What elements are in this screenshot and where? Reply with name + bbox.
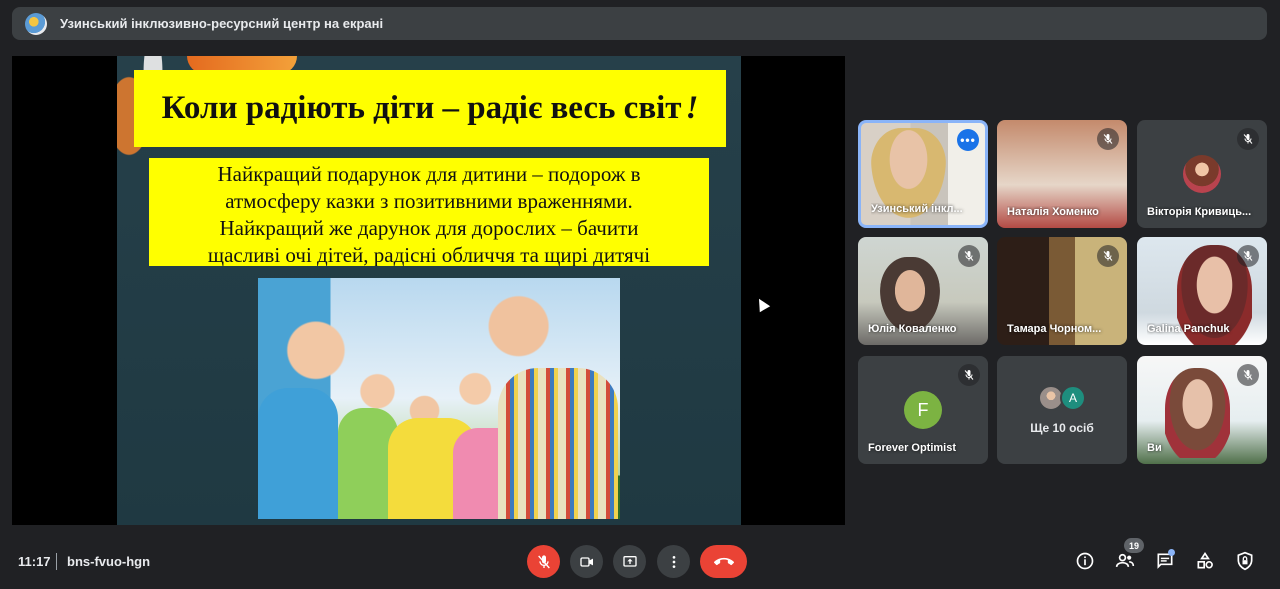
slide-photo-children [258,278,620,519]
mic-off-icon [537,554,550,568]
participant-initial-avatar: F [904,391,942,429]
mic-toggle-button[interactable] [527,545,560,578]
mic-off-icon [1097,128,1119,150]
self-tile[interactable]: Ви [1137,356,1267,464]
participant-name: Ви [1147,442,1162,454]
present-now-button[interactable] [613,545,646,578]
mic-off-icon [1237,128,1259,150]
participant-tile[interactable]: ••• Узинський інкл... [858,120,988,228]
participant-name: Наталія Хоменко [1007,206,1099,218]
activities-button[interactable] [1194,550,1216,572]
participant-tile[interactable]: Наталія Хоменко [997,120,1127,228]
mic-off-icon [1237,364,1259,386]
participant-tile[interactable]: Вікторія Кривиць... [1137,120,1267,228]
participant-tile[interactable]: Galina Panchuk [1137,237,1267,345]
slide-body: Найкращий подарунок для дитини – подорож… [149,158,709,266]
slide-body-line: атмосферу казки з позитивними враженнями… [225,189,633,213]
shield-icon [1237,551,1253,571]
leave-call-button[interactable] [700,545,747,578]
present-icon [622,555,637,567]
control-bar: 11:17 bns-fvuo-hgn 19 [0,535,1280,589]
photo-figure [258,388,338,519]
participant-name: Юлія Коваленко [868,323,957,335]
participant-tile[interactable]: Тамара Чорном... [997,237,1127,345]
more-vert-icon [672,555,675,568]
participant-name: Тамара Чорном... [1007,323,1102,335]
photo-figure [498,368,618,519]
mic-off-icon [1237,245,1259,267]
host-controls-button[interactable] [1234,550,1256,572]
participant-tile[interactable]: F Forever Optimist [858,356,988,464]
more-participants-avatars: A [1038,385,1086,411]
meeting-details-button[interactable] [1074,550,1096,572]
camera-toggle-button[interactable] [570,545,603,578]
more-participants-label: Ще 10 осіб [1030,421,1094,435]
chat-notification-dot [1168,549,1175,556]
participant-name: Galina Panchuk [1147,323,1230,335]
people-icon [1115,553,1135,567]
participant-initial-avatar: A [1060,385,1086,411]
mic-off-icon [958,245,980,267]
participant-name: Вікторія Кривиць... [1147,206,1252,218]
participant-avatar [1183,155,1221,193]
divider [56,553,57,570]
camera-icon [579,556,593,567]
meeting-code: bns-fvuo-hgn [67,554,151,569]
presenter-avatar [25,12,47,35]
people-button[interactable] [1114,550,1136,572]
presentation-title: Узинський інклюзивно-ресурсний центр на … [60,16,384,31]
slide-title: Коли радіють діти – радіє весь світ! [134,70,726,147]
participant-video [880,257,940,332]
info-icon [1076,552,1094,570]
more-participants-tile[interactable]: A Ще 10 осіб [997,356,1127,464]
slide-body-line: Найкращий подарунок для дитини – подорож… [217,162,641,186]
slide-title-text: Коли радіють діти – радіє весь світ [161,90,682,126]
more-options-icon[interactable]: ••• [957,129,979,151]
people-count-badge: 19 [1124,538,1144,553]
slide-body-line: щасливі очі дітей, радісні обличчя та щи… [207,243,651,266]
mic-off-icon [958,364,980,386]
participant-name: Forever Optimist [868,442,957,454]
current-time: 11:17 [18,554,51,569]
participant-tile[interactable]: Юлія Коваленко [858,237,988,345]
presentation-stage[interactable]: Коли радіють діти – радіє весь світ! Най… [12,56,845,525]
slide-title-mark: ! [685,90,699,126]
presented-slide: Коли радіють діти – радіє весь світ! Най… [117,56,741,525]
mic-off-icon [1097,245,1119,267]
participant-name: Узинський інкл... [871,203,963,215]
hangup-icon [713,557,734,565]
presentation-banner: Узинський інклюзивно-ресурсний центр на … [12,7,1267,40]
activities-icon [1197,551,1213,569]
more-options-button[interactable] [657,545,690,578]
slide-body-line: Найкращий же дарунок для дорослих – бачи… [219,216,639,240]
